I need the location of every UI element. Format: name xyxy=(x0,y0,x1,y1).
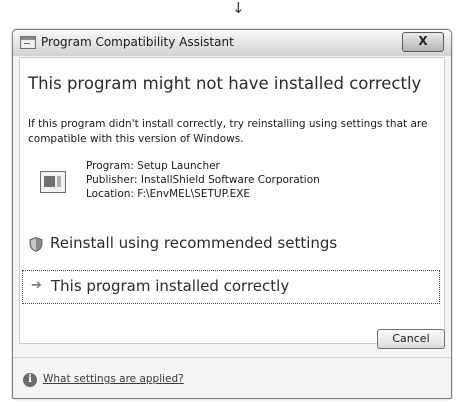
installed-correctly-option[interactable]: ➔ This program installed correctly xyxy=(22,270,440,304)
info-icon: i xyxy=(23,373,37,387)
screenshot-stage: ↓ Program Compatibility Assistant X This… xyxy=(0,0,461,403)
program-location: Location: F:\EnvMEL\SETUP.EXE xyxy=(86,188,251,200)
window-app-icon xyxy=(20,36,36,49)
close-button[interactable]: X xyxy=(402,32,444,52)
installed-correctly-option-label: This program installed correctly xyxy=(51,277,290,295)
description-text: If this program didn't install correctly… xyxy=(28,118,428,145)
footer-divider xyxy=(13,357,451,358)
cancel-button[interactable]: Cancel xyxy=(377,329,445,349)
shield-icon xyxy=(29,237,43,252)
reinstall-option[interactable]: Reinstall using recommended settings xyxy=(22,229,440,259)
main-heading: This program might not have installed co… xyxy=(28,74,422,93)
arrow-right-icon: ➔ xyxy=(31,278,42,293)
dialog-content: This program might not have installed co… xyxy=(19,57,445,344)
down-arrow-annotation: ↓ xyxy=(232,0,245,17)
settings-help-link[interactable]: What settings are applied? xyxy=(43,373,184,385)
title-bar[interactable]: Program Compatibility Assistant X xyxy=(13,30,451,56)
reinstall-option-label: Reinstall using recommended settings xyxy=(50,234,338,252)
window-title: Program Compatibility Assistant xyxy=(41,35,234,49)
program-icon xyxy=(40,171,66,193)
program-publisher: Publisher: InstallShield Software Corpor… xyxy=(86,174,320,186)
program-details: Program: Setup Launcher Publisher: Insta… xyxy=(86,159,320,201)
dialog-window: Program Compatibility Assistant X This p… xyxy=(12,29,452,399)
program-name: Program: Setup Launcher xyxy=(86,160,220,172)
